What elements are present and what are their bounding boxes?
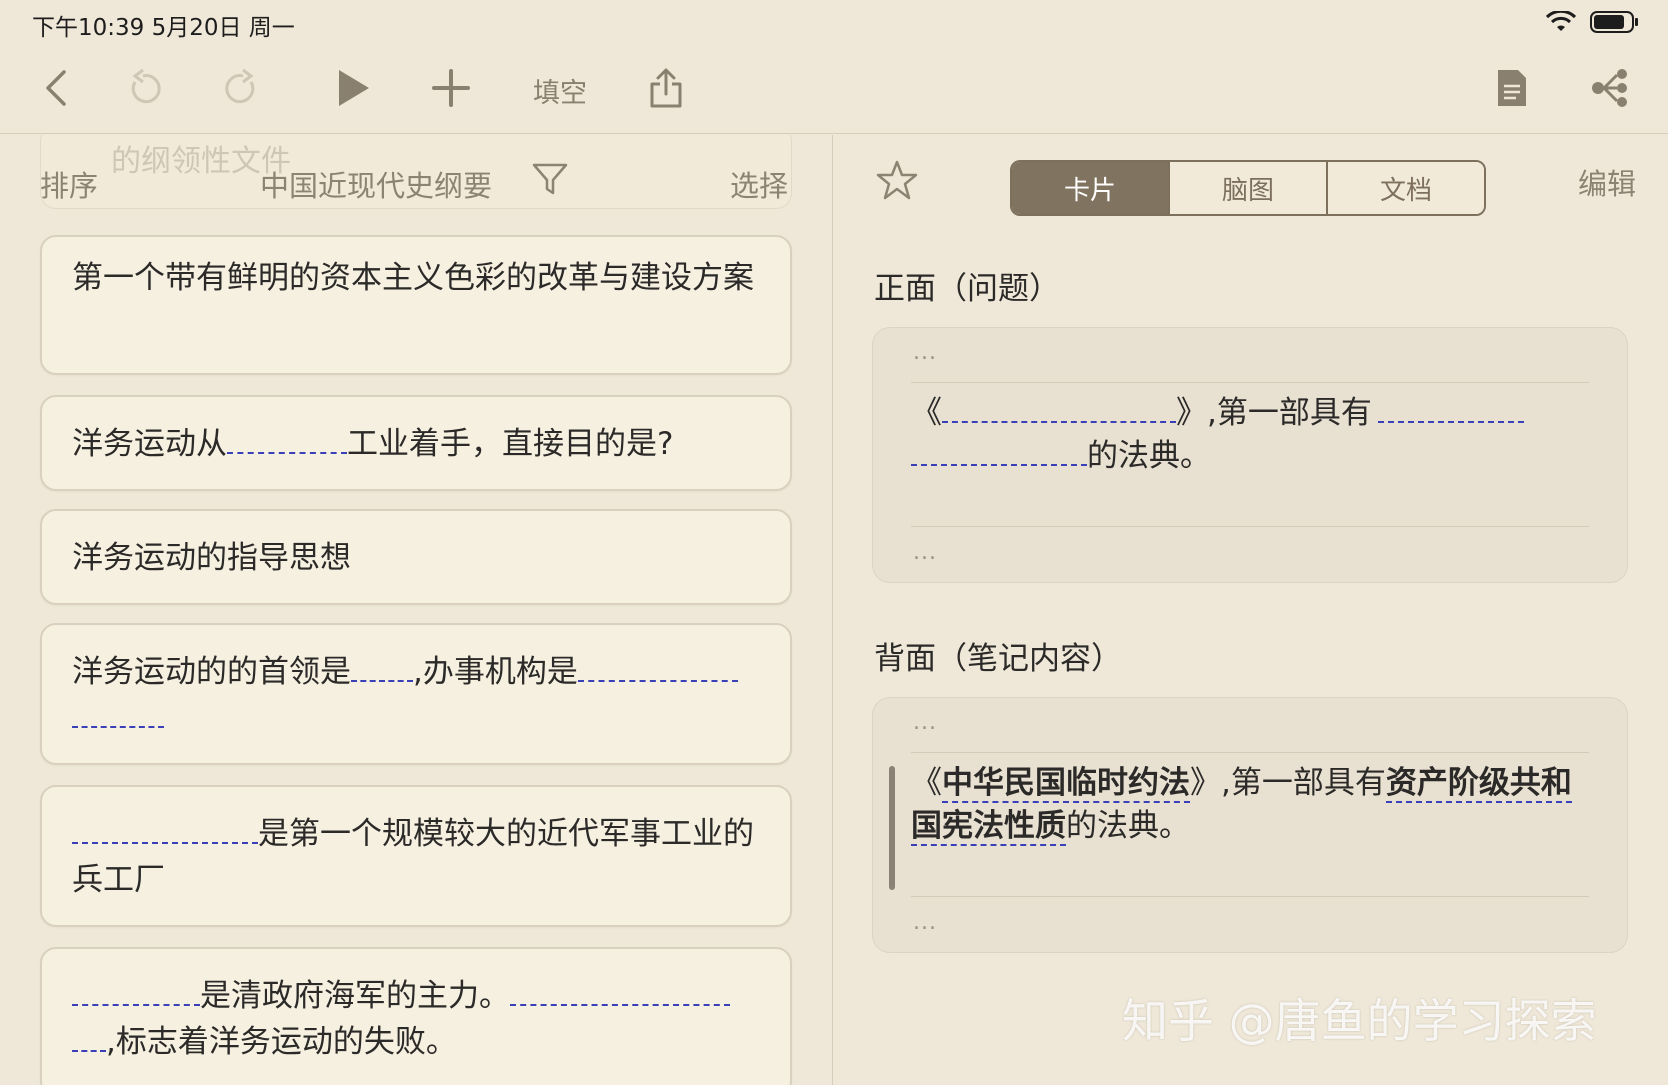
front-end: 的法典。 — [1087, 438, 1211, 474]
back-text: 《中华民国临时约法》,第一部具有资产阶级共和国宪法性质的法典。 — [911, 762, 1579, 848]
dots-bottom: ... — [913, 910, 937, 935]
star-icon[interactable] — [876, 159, 918, 205]
redo-icon — [225, 68, 261, 112]
back-open-quote: 《 — [911, 765, 942, 801]
share-icon — [649, 68, 683, 112]
cloze-blank — [577, 680, 738, 682]
front-mid: ,第一部具有 — [1207, 395, 1372, 431]
card-text-part: 是第一个规模较大的近代军事工业的兵工厂 — [72, 816, 754, 898]
cloze-blank — [72, 842, 258, 844]
front-open-quote: 《 — [911, 395, 942, 431]
undo-button[interactable] — [120, 66, 166, 114]
mindmap-button[interactable] — [1590, 66, 1630, 114]
card-list-panel: 的纲领性文件 排序 中国近现代史纲要 选择 第一个带有鲜明的资本主义色彩的改革与… — [0, 135, 833, 1085]
status-indicators — [1546, 10, 1640, 34]
dots-bottom: ... — [913, 540, 937, 565]
battery-icon — [1590, 10, 1640, 34]
select-button[interactable]: 选择 — [730, 163, 788, 205]
list-header: 排序 中国近现代史纲要 选择 — [0, 155, 832, 205]
back-end: 的法典。 — [1066, 808, 1190, 844]
undo-icon — [125, 68, 161, 112]
card-text-part: 洋务运动从 — [72, 426, 227, 462]
cloze-blank — [72, 726, 164, 728]
share-button[interactable] — [646, 66, 686, 114]
plus-icon — [432, 69, 470, 111]
watermark: 知乎 @唐鱼的学习探索 — [1122, 994, 1597, 1048]
answer-law: 中华民国临时约法 — [942, 765, 1190, 803]
card-text-part: ,标志着洋务运动的失败。 — [106, 1024, 457, 1060]
back-button[interactable] — [36, 66, 76, 114]
list-item[interactable]: 是第一个规模较大的近代军事工业的兵工厂 — [40, 785, 792, 927]
deck-title: 中国近现代史纲要 — [260, 169, 493, 203]
cloze-blank — [942, 421, 1176, 423]
divider — [911, 752, 1589, 753]
cloze-blank — [72, 1050, 106, 1052]
cloze-blank — [510, 1004, 730, 1006]
document-button[interactable] — [1494, 66, 1530, 114]
cloze-blank — [227, 452, 347, 454]
divider — [911, 896, 1589, 897]
card-text: 是清政府海军的主力。 ,标志着洋务运动的失败。 — [72, 973, 760, 1065]
front-section-title: 正面（问题） — [874, 271, 1060, 307]
cloze-blank — [351, 680, 413, 682]
chevron-left-icon — [44, 68, 68, 112]
card-text-part: 是清政府海军的主力。 — [200, 978, 510, 1014]
list-item[interactable]: 第一个带有鲜明的资本主义色彩的改革与建设方案 — [40, 235, 792, 375]
divider — [911, 382, 1589, 383]
list-item[interactable]: 是清政府海军的主力。 ,标志着洋务运动的失败。 — [40, 947, 792, 1085]
card-text-part: 工业着手，直接目的是? — [347, 426, 674, 462]
front-field[interactable]: ... 《 》,第一部具有的法典。 ... — [872, 327, 1628, 583]
sort-button[interactable]: 排序 — [40, 163, 98, 205]
card-detail-panel: 卡片 脑图 文档 编辑 正面（问题） ... 《》,第一部具有 的法典。 ... … — [834, 135, 1668, 1085]
status-time: 下午10:39 5月20日 周一 — [32, 15, 295, 41]
quote-bar — [889, 766, 895, 890]
tab-document[interactable]: 文档 — [1328, 162, 1484, 214]
card-text: 洋务运动从 工业着手，直接目的是? — [72, 421, 760, 467]
front-close-quote: 》 — [1176, 395, 1207, 431]
card-text: 洋务运动的指导思想 — [72, 540, 351, 576]
cloze-blank — [911, 464, 1087, 466]
redo-button[interactable] — [220, 66, 266, 114]
list-item[interactable]: 洋务运动的的首领是 ,办事机构是 — [40, 623, 792, 765]
fill-blank-button[interactable]: 填空 — [530, 66, 590, 114]
add-button[interactable] — [428, 66, 474, 114]
play-button[interactable] — [330, 66, 376, 114]
filter-icon[interactable] — [532, 161, 568, 201]
card-text: 是第一个规模较大的近代军事工业的兵工厂 — [72, 811, 760, 903]
front-text: 《 》,第一部具有的法典。 — [911, 392, 1579, 478]
toolbar: 填空 — [0, 46, 1668, 134]
tab-mindmap[interactable]: 脑图 — [1170, 162, 1328, 214]
edit-button[interactable]: 编辑 — [1578, 161, 1636, 203]
status-bar: 下午10:39 5月20日 周一 — [0, 0, 1668, 46]
card-text: 第一个带有鲜明的资本主义色彩的改革与建设方案 — [72, 260, 754, 296]
card-text-part: 洋务运动的的首领是 — [72, 654, 351, 690]
back-section-title: 背面（笔记内容） — [874, 641, 1122, 677]
tab-card[interactable]: 卡片 — [1012, 162, 1170, 214]
list-item[interactable]: 洋务运动从 工业着手，直接目的是? — [40, 395, 792, 491]
card-text-part: ,办事机构是 — [413, 654, 578, 690]
document-icon — [1496, 68, 1528, 112]
cloze-blank — [1377, 421, 1524, 423]
card-text: 洋务运动的的首领是 ,办事机构是 — [72, 649, 760, 741]
back-mid: ,第一部具有 — [1221, 765, 1386, 801]
back-field[interactable]: ... 《中华民国临时约法》,第一部具有资产阶级共和国宪法性质的法典。 ... — [872, 697, 1628, 953]
divider — [911, 526, 1589, 527]
dots-top: ... — [913, 340, 937, 365]
dots-top: ... — [913, 710, 937, 735]
list-item[interactable]: 洋务运动的指导思想 — [40, 509, 792, 605]
play-icon — [335, 68, 371, 112]
mindmap-icon — [1590, 68, 1630, 112]
cloze-blank — [72, 1004, 200, 1006]
view-mode-segmented-control: 卡片 脑图 文档 — [1010, 160, 1486, 216]
back-close-quote: 》 — [1190, 765, 1221, 801]
wifi-icon — [1546, 11, 1576, 33]
